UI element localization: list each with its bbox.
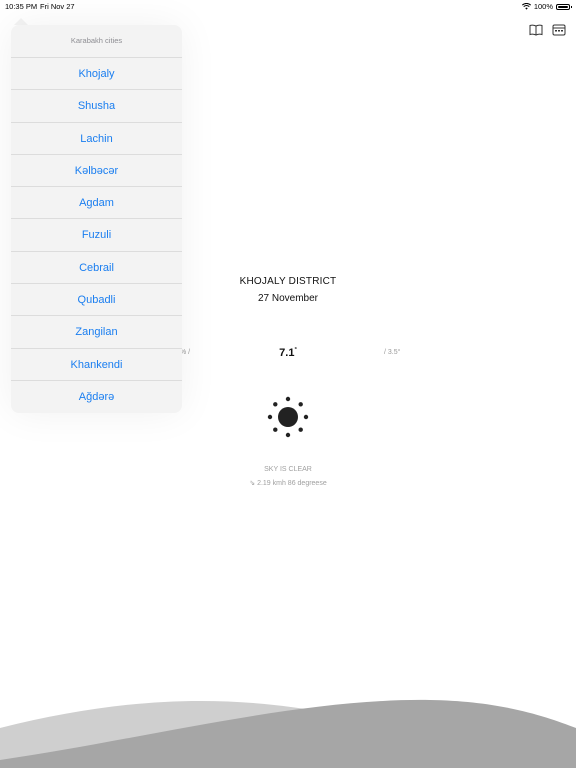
city-list: Khojaly Shusha Lachin Kəlbəcər Agdam Fuz… [11,58,182,413]
cities-popover: Karabakh cities Khojaly Shusha Lachin Kə… [11,25,182,413]
city-item-qubadli[interactable]: Qubadli [11,284,182,317]
city-item-fuzuli[interactable]: Fuzuli [11,219,182,252]
pressure-value: / 3.5° [384,349,401,356]
city-item-shusha[interactable]: Shusha [11,90,182,123]
sky-condition: SKY IS CLEAR [264,466,312,473]
city-item-lachin[interactable]: Lachin [11,123,182,155]
city-item-cebrail[interactable]: Cebrail [11,252,182,285]
city-item-khojaly[interactable]: Khojaly [11,58,182,91]
wind-icon: ⇘ [249,480,258,487]
city-item-agdere[interactable]: Ağdərə [11,381,182,413]
sun-icon [267,396,309,438]
city-item-khankendi[interactable]: Khankendi [11,349,182,381]
city-item-zangilan[interactable]: Zangilan [11,316,182,349]
wind-info: ⇘ 2.19 kmh 86 degreese [0,479,576,487]
temperature-unit: ° [294,347,297,354]
decorative-waves [0,699,576,768]
city-item-agdam[interactable]: Agdam [11,187,182,220]
temperature-number: 7.1 [279,347,295,359]
popover-title: Karabakh cities [11,25,182,58]
wind-value: 2.19 kmh 86 degreese [257,480,327,487]
city-item-kelbecer[interactable]: Kəlbəcər [11,155,182,188]
popover-arrow [14,18,28,25]
